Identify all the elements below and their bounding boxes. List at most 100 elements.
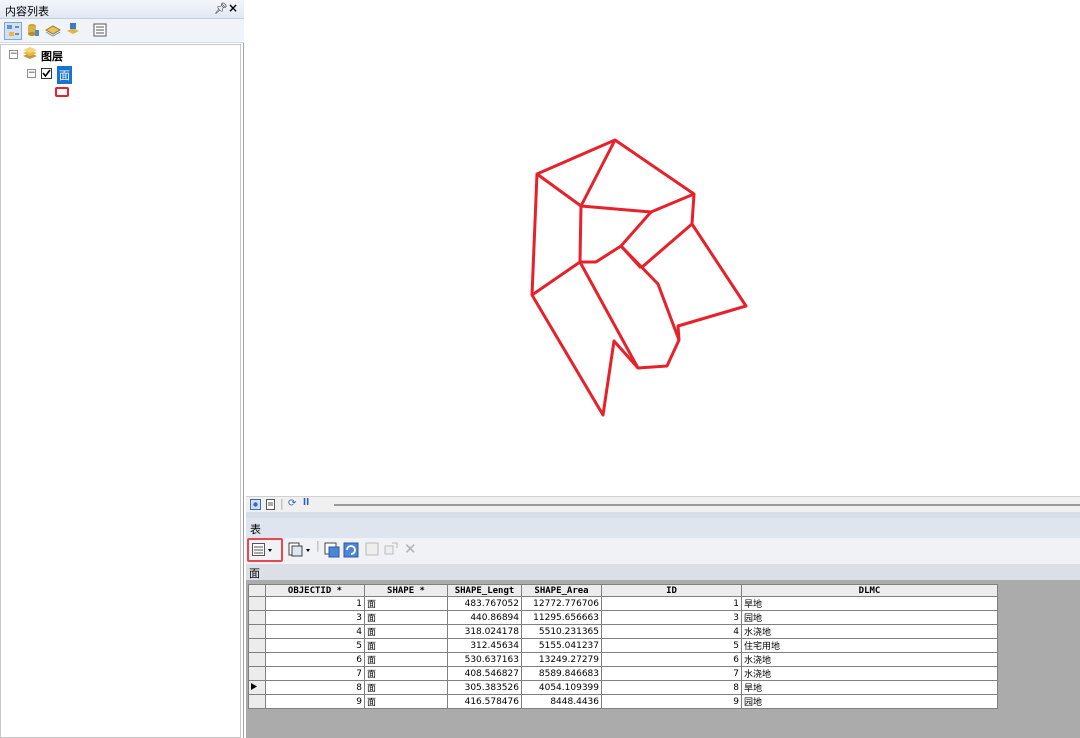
cell-objectid[interactable]: 6 <box>265 652 365 667</box>
table-row[interactable]: 6 面 530.637163 13249.27279 6 水浇地 <box>248 652 998 667</box>
data-view-icon[interactable] <box>250 499 261 513</box>
select-by-attributes-icon[interactable] <box>324 542 340 561</box>
column-header-objectid[interactable]: OBJECTID * <box>265 584 365 597</box>
map-view[interactable] <box>246 0 1080 496</box>
cell-id[interactable]: 1 <box>601 596 742 611</box>
layout-view-icon[interactable] <box>265 499 276 513</box>
horizontal-scrollbar[interactable] <box>334 504 1080 506</box>
cell-shape-length[interactable]: 318.024178 <box>447 624 522 639</box>
layer-name-label[interactable]: 面 <box>57 66 72 84</box>
cell-shape-length[interactable]: 530.637163 <box>447 652 522 667</box>
cell-id[interactable]: 7 <box>601 666 742 681</box>
table-row[interactable]: 7 面 408.546827 8589.846683 7 水浇地 <box>248 666 998 681</box>
cell-objectid[interactable]: 8 <box>265 680 365 695</box>
collapse-layer-toggle[interactable]: − <box>27 69 36 78</box>
cell-shape-length[interactable]: 312.45634 <box>447 638 522 653</box>
map-polygons <box>530 138 748 417</box>
collapse-layers-toggle[interactable]: − <box>9 50 18 59</box>
cell-dlmc[interactable]: 住宅用地 <box>741 638 998 653</box>
cell-objectid[interactable]: 9 <box>265 694 365 709</box>
cell-dlmc[interactable]: 水浇地 <box>741 652 998 667</box>
cell-shape[interactable]: 面 <box>364 610 448 625</box>
cell-id[interactable]: 9 <box>601 694 742 709</box>
cell-shape-area[interactable]: 8589.846683 <box>521 666 602 681</box>
cell-objectid[interactable]: 3 <box>265 610 365 625</box>
cell-objectid[interactable]: 1 <box>265 596 365 611</box>
table-tab[interactable]: 面 <box>246 564 1080 580</box>
layers-root-label[interactable]: 图层 <box>41 48 63 64</box>
cell-shape[interactable]: 面 <box>364 666 448 681</box>
cell-shape-area[interactable]: 11295.656663 <box>521 610 602 625</box>
cell-shape-area[interactable]: 8448.4436 <box>521 694 602 709</box>
cell-shape-area[interactable]: 12772.776706 <box>521 596 602 611</box>
cell-shape[interactable]: 面 <box>364 638 448 653</box>
list-by-visibility-icon[interactable] <box>44 22 63 40</box>
cell-shape-area[interactable]: 13249.27279 <box>521 652 602 667</box>
cell-shape-area[interactable]: 5510.231365 <box>521 624 602 639</box>
cell-shape-length[interactable]: 408.546827 <box>447 666 522 681</box>
cell-id[interactable]: 6 <box>601 652 742 667</box>
cell-dlmc[interactable]: 园地 <box>741 694 998 709</box>
cell-id[interactable]: 4 <box>601 624 742 639</box>
cell-shape-area[interactable]: 4054.109399 <box>521 680 602 695</box>
column-header-shape-area[interactable]: SHAPE_Area <box>521 584 602 597</box>
cell-shape[interactable]: 面 <box>364 652 448 667</box>
column-header-shape[interactable]: SHAPE * <box>364 584 448 597</box>
cell-dlmc[interactable]: 旱地 <box>741 680 998 695</box>
switch-selection-icon[interactable] <box>343 542 359 561</box>
layer-symbol-swatch[interactable] <box>55 87 69 97</box>
pin-icon[interactable]: 📌︎ <box>214 2 228 15</box>
row-selector[interactable] <box>248 596 266 611</box>
column-header-dlmc[interactable]: DLMC <box>741 584 998 597</box>
cell-shape[interactable]: 面 <box>364 694 448 709</box>
column-header-id[interactable]: ID <box>601 584 742 597</box>
cell-dlmc[interactable]: 园地 <box>741 610 998 625</box>
row-selector[interactable] <box>248 666 266 681</box>
layers-icon <box>22 47 38 64</box>
cell-id[interactable]: 3 <box>601 610 742 625</box>
related-tables-icon[interactable] <box>288 542 312 561</box>
cell-shape[interactable]: 面 <box>364 680 448 695</box>
table-options-icon[interactable] <box>252 543 274 560</box>
cell-shape-length[interactable]: 305.383526 <box>447 680 522 695</box>
cell-objectid[interactable]: 7 <box>265 666 365 681</box>
cell-shape-area[interactable]: 5155.041237 <box>521 638 602 653</box>
layer-visibility-checkbox[interactable] <box>41 68 52 79</box>
table-row[interactable]: 9 面 416.578476 8448.4436 9 园地 <box>248 694 998 709</box>
cell-shape-length[interactable]: 440.86894 <box>447 610 522 625</box>
table-row[interactable]: 4 面 318.024178 5510.231365 4 水浇地 <box>248 624 998 639</box>
row-selector[interactable] <box>248 694 266 709</box>
table-row[interactable]: 8 面 305.383526 4054.109399 8 旱地 <box>248 680 998 695</box>
refresh-icon[interactable]: ⟳ <box>288 498 296 509</box>
table-row[interactable]: 1 面 483.767052 12772.776706 1 旱地 <box>248 596 998 611</box>
cell-shape-length[interactable]: 416.578476 <box>447 694 522 709</box>
column-header-shape-length[interactable]: SHAPE_Lengt <box>447 584 522 597</box>
row-selector[interactable] <box>248 624 266 639</box>
table-row[interactable]: 5 面 312.45634 5155.041237 5 住宅用地 <box>248 638 998 653</box>
cell-shape[interactable]: 面 <box>364 624 448 639</box>
list-by-source-icon[interactable] <box>25 22 43 40</box>
current-row-arrow-icon <box>251 682 257 690</box>
clear-selection-icon[interactable] <box>365 542 379 559</box>
zoom-to-selected-icon[interactable] <box>384 542 398 559</box>
cell-dlmc[interactable]: 旱地 <box>741 596 998 611</box>
row-selector[interactable] <box>248 652 266 667</box>
cell-objectid[interactable]: 4 <box>265 624 365 639</box>
row-selector[interactable] <box>248 638 266 653</box>
cell-dlmc[interactable]: 水浇地 <box>741 624 998 639</box>
delete-selected-icon[interactable]: ✕ <box>404 540 417 558</box>
row-selector[interactable] <box>248 610 266 625</box>
pause-icon[interactable]: ll <box>303 498 309 508</box>
table-row[interactable]: 3 面 440.86894 11295.656663 3 园地 <box>248 610 998 625</box>
close-icon[interactable]: × <box>228 1 238 15</box>
list-by-drawing-order-icon[interactable] <box>4 22 22 40</box>
options-icon[interactable] <box>92 22 110 40</box>
row-selector[interactable] <box>248 680 266 695</box>
list-by-selection-icon[interactable] <box>65 22 83 40</box>
cell-id[interactable]: 8 <box>601 680 742 695</box>
cell-objectid[interactable]: 5 <box>265 638 365 653</box>
cell-shape[interactable]: 面 <box>364 596 448 611</box>
cell-dlmc[interactable]: 水浇地 <box>741 666 998 681</box>
cell-shape-length[interactable]: 483.767052 <box>447 596 522 611</box>
cell-id[interactable]: 5 <box>601 638 742 653</box>
